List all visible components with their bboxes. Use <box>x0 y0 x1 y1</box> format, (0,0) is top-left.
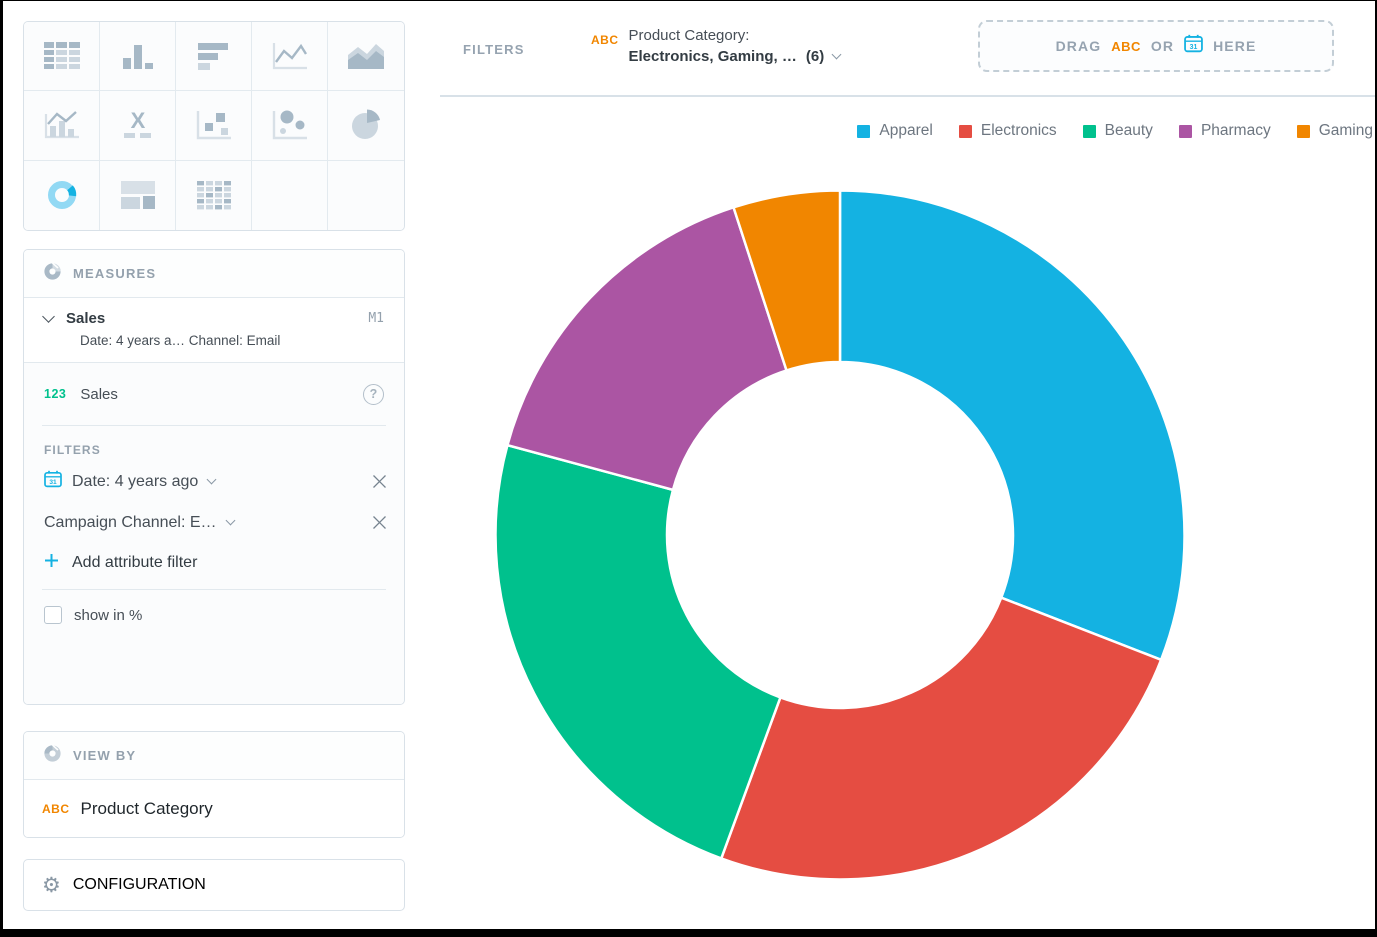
calendar-icon: 31 <box>44 470 62 493</box>
plus-icon <box>44 553 59 573</box>
legend-label: Pharmacy <box>1201 122 1271 140</box>
legend-swatch <box>1083 125 1096 138</box>
filter-label: Date: 4 years ago <box>72 473 198 491</box>
chart-type-line-chart[interactable] <box>252 22 328 91</box>
legend-swatch <box>959 125 972 138</box>
legend-label: Apparel <box>879 122 932 140</box>
help-icon[interactable]: ? <box>363 384 384 405</box>
attribute-abc-icon: ABC <box>42 802 70 816</box>
view-by-attribute-product-category[interactable]: ABC Product Category <box>24 780 404 838</box>
chart-type-selector: X <box>23 21 405 231</box>
legend-label: Gaming <box>1319 122 1373 140</box>
legend-item-beauty[interactable]: Beauty <box>1083 122 1153 140</box>
measure-name: Sales <box>66 310 355 327</box>
measure-tag: M1 <box>368 311 384 326</box>
chart-type-heatmap[interactable] <box>176 161 252 230</box>
dropzone-drag-label: DRAG <box>1056 38 1102 54</box>
donut-chart <box>491 186 1189 884</box>
filter-row-campaign-channel[interactable]: Campaign Channel: E… <box>24 502 404 543</box>
chart-type-pie-chart[interactable] <box>328 91 404 160</box>
attribute-label: Product Category <box>81 799 213 819</box>
numeric-fact-icon: 123 <box>44 387 66 401</box>
donut-slice-pharmacy[interactable] <box>507 207 786 490</box>
fact-label: Sales <box>80 386 349 403</box>
chart-type-treemap[interactable] <box>100 161 176 230</box>
chart-type-table[interactable] <box>24 22 100 91</box>
legend-swatch <box>857 125 870 138</box>
remove-filter-button[interactable] <box>371 473 388 490</box>
checkbox-unchecked[interactable] <box>44 606 62 624</box>
analytical-designer: X MEASURES Sales M1 Date: 4 years a… Cha… <box>3 1 1375 929</box>
app-window: X MEASURES Sales M1 Date: 4 years a… Cha… <box>0 0 1377 937</box>
measure-item-sales[interactable]: Sales M1 Date: 4 years a… Channel: Email <box>24 298 404 363</box>
add-filter-label: Add attribute filter <box>72 554 197 572</box>
legend-label: Beauty <box>1105 122 1153 140</box>
donut-slice-electronics[interactable] <box>721 598 1161 880</box>
donut-mini-icon <box>44 745 61 767</box>
configuration-header[interactable]: ⚙ CONFIGURATION <box>24 860 404 910</box>
chart-type-bar-chart[interactable] <box>176 22 252 91</box>
legend-item-pharmacy[interactable]: Pharmacy <box>1179 122 1271 140</box>
chart-type-headline[interactable]: X <box>100 91 176 160</box>
attribute-abc-icon: ABC <box>1111 39 1141 54</box>
legend-swatch <box>1179 125 1192 138</box>
measure-details: Date: 4 years a… Channel: Email <box>80 333 384 348</box>
chart-type-combo-chart[interactable] <box>24 91 100 160</box>
filter-attribute-name: Product Category: <box>629 27 841 44</box>
divider <box>440 95 1375 97</box>
fact-row: 123 Sales ? <box>24 363 404 425</box>
chevron-down-icon <box>225 516 235 526</box>
legend-label: Electronics <box>981 122 1057 140</box>
measures-panel: MEASURES Sales M1 Date: 4 years a… Chann… <box>23 249 405 705</box>
remove-filter-button[interactable] <box>371 514 388 531</box>
filter-selection: Electronics, Gaming, … <box>629 48 797 65</box>
view-by-panel: VIEW BY ABC Product Category <box>23 731 405 838</box>
svg-text:31: 31 <box>49 479 57 486</box>
measures-title: MEASURES <box>73 266 156 281</box>
gear-icon: ⚙ <box>42 875 61 896</box>
add-attribute-filter-button[interactable]: Add attribute filter <box>24 543 404 583</box>
donut-slice-apparel[interactable] <box>840 191 1185 660</box>
chevron-down-icon <box>832 50 842 60</box>
svg-text:X: X <box>130 108 145 133</box>
measure-config-body: 123 Sales ? FILTERS 31 Date: 4 years ago <box>24 363 404 705</box>
active-filter-product-category[interactable]: ABC Product Category: Electronics, Gamin… <box>591 27 840 65</box>
view-by-header: VIEW BY <box>24 732 404 780</box>
measures-header: MEASURES <box>24 250 404 298</box>
attribute-abc-icon: ABC <box>591 33 619 65</box>
view-by-title: VIEW BY <box>73 748 136 763</box>
filter-count: (6) <box>806 48 824 65</box>
legend-item-apparel[interactable]: Apparel <box>857 122 932 140</box>
configuration-panel: ⚙ CONFIGURATION <box>23 859 405 911</box>
configuration-title: CONFIGURATION <box>73 876 206 894</box>
chart-type-donut-chart[interactable] <box>24 161 100 230</box>
donut-slice-beauty[interactable] <box>496 445 781 858</box>
chart-type-empty <box>328 161 404 230</box>
legend-swatch <box>1297 125 1310 138</box>
legend-item-gaming[interactable]: Gaming <box>1297 122 1373 140</box>
chevron-down-icon <box>42 310 55 323</box>
chart-legend: Apparel Electronics Beauty Pharmacy Gaming <box>857 122 1373 140</box>
filter-dropzone[interactable]: DRAG ABC OR 31 HERE <box>978 20 1334 72</box>
filter-bar-label: FILTERS <box>463 42 525 57</box>
chart-type-scatter-plot[interactable] <box>176 91 252 160</box>
show-in-percent-label: show in % <box>74 607 142 624</box>
svg-text:31: 31 <box>1190 44 1198 51</box>
calendar-icon: 31 <box>1184 34 1203 58</box>
filters-sub-label: FILTERS <box>24 426 404 461</box>
show-in-percent-toggle[interactable]: show in % <box>24 590 404 640</box>
legend-item-electronics[interactable]: Electronics <box>959 122 1057 140</box>
donut-mini-icon <box>44 263 61 285</box>
chart-type-area-chart[interactable] <box>328 22 404 91</box>
chart-type-empty <box>252 161 328 230</box>
chevron-down-icon <box>207 475 217 485</box>
filter-label: Campaign Channel: E… <box>44 514 217 532</box>
dropzone-here-label: HERE <box>1213 38 1256 54</box>
filter-row-date[interactable]: 31 Date: 4 years ago <box>24 461 404 502</box>
chart-type-column-chart[interactable] <box>100 22 176 91</box>
chart-type-bubble-chart[interactable] <box>252 91 328 160</box>
dropzone-or-label: OR <box>1151 38 1174 54</box>
